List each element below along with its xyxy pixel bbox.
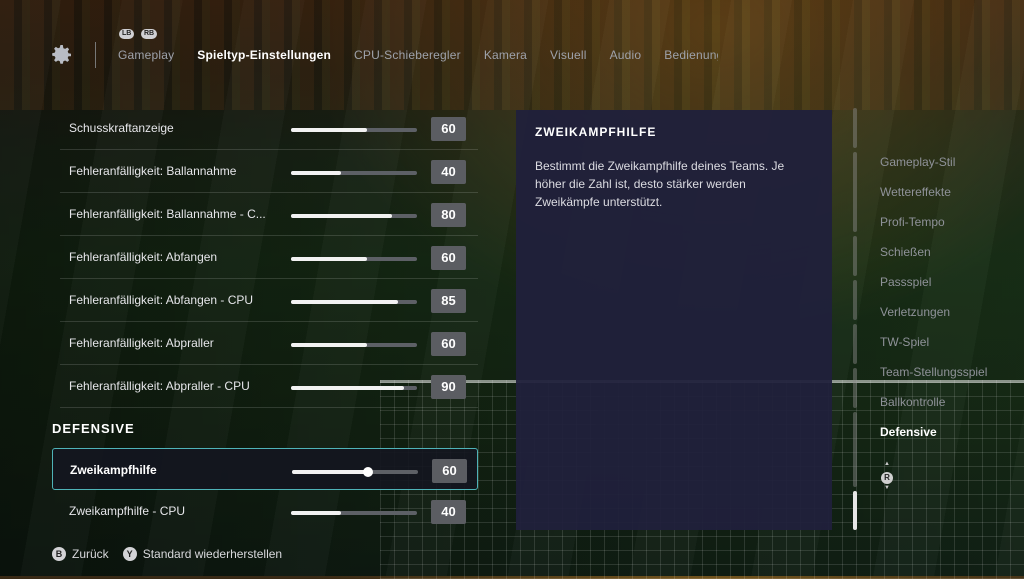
arrow-down-icon: ▼ [884, 485, 890, 491]
tab-kamera[interactable]: Kamera [484, 48, 527, 62]
setting-value: 60 [432, 459, 467, 483]
scrollbar-segment [853, 152, 857, 232]
setting-value: 40 [431, 500, 466, 524]
scrollbar-segment [853, 108, 857, 148]
setting-row[interactable]: Fehleranfälligkeit: Abpraller - CPU 90 [60, 365, 478, 408]
setting-slider[interactable] [291, 511, 417, 515]
setting-row[interactable]: Schusskraftanzeige 60 [60, 107, 478, 150]
slider-fill [291, 128, 367, 132]
setting-label: Zweikampfhilfe - CPU [69, 504, 186, 518]
b-button-icon: B [52, 547, 66, 561]
nav-item-passspiel[interactable]: Passspiel [880, 272, 987, 302]
setting-value: 85 [431, 289, 466, 313]
setting-slider[interactable] [291, 386, 417, 390]
reset-hint[interactable]: Y Standard wiederherstellen [122, 547, 283, 561]
nav-item-profi-tempo[interactable]: Profi-Tempo [880, 212, 987, 242]
category-scrollbar[interactable] [853, 108, 857, 530]
section-title-defensive: DEFENSIVE [52, 421, 135, 436]
setting-slider[interactable] [291, 171, 417, 175]
rb-bumper-icon: RB [141, 29, 158, 39]
nav-item-verletzungen[interactable]: Verletzungen [880, 302, 987, 332]
back-hint[interactable]: B Zurück [52, 547, 109, 561]
y-button-icon: Y [122, 547, 137, 561]
nav-item-wettereffekte[interactable]: Wettereffekte [880, 182, 987, 212]
slider-knob[interactable] [362, 467, 373, 477]
arrow-up-icon: ▲ [884, 461, 890, 467]
tab-bedienung[interactable]: Bedienung [664, 48, 718, 62]
slider-fill [291, 257, 367, 261]
setting-slider[interactable] [292, 467, 418, 477]
nav-item-tw-spiel[interactable]: TW-Spiel [880, 332, 987, 362]
setting-label: Fehleranfälligkeit: Abpraller [69, 336, 214, 350]
scrollbar-thumb[interactable] [853, 491, 857, 530]
slider-fill [292, 470, 368, 474]
stick-label: R [881, 472, 893, 484]
setting-value: 90 [431, 375, 466, 399]
setting-value: 40 [431, 160, 466, 184]
setting-row[interactable]: Fehleranfälligkeit: Abpraller 60 [60, 322, 478, 365]
setting-row[interactable]: Fehleranfälligkeit: Abfangen 60 [60, 236, 478, 279]
tab-bar: Gameplay Spieltyp-Einstellungen CPU-Schi… [118, 48, 718, 62]
setting-label: Fehleranfälligkeit: Abfangen - CPU [69, 293, 254, 307]
nav-item-gameplay-stil[interactable]: Gameplay-Stil [880, 152, 987, 182]
setting-value: 60 [431, 332, 466, 356]
description-title: ZWEIKAMPFHILFE [535, 125, 657, 139]
tab-audio[interactable]: Audio [610, 48, 642, 62]
setting-slider[interactable] [291, 214, 417, 218]
setting-label: Zweikampfhilfe [70, 463, 157, 477]
nav-item-defensive[interactable]: Defensive [880, 422, 987, 452]
slider-fill [291, 171, 342, 175]
gear-icon[interactable] [50, 43, 74, 67]
setting-value: 60 [431, 246, 466, 270]
category-nav: Gameplay-Stil Wettereffekte Profi-Tempo … [880, 152, 987, 452]
setting-row-selected[interactable]: Zweikampfhilfe 60 [52, 448, 478, 490]
scrollbar-segment [853, 236, 857, 276]
footer-hints: B Zurück Y Standard wiederherstellen [52, 547, 296, 561]
tab-cpu-schieberegler[interactable]: CPU-Schieberegler [354, 48, 461, 62]
scrollbar-segment [853, 324, 857, 364]
setting-row[interactable]: Fehleranfälligkeit: Ballannahme - C... 8… [60, 193, 478, 236]
slider-fill [291, 386, 405, 390]
settings-list: Schusskraftanzeige 60 Fehleranfälligkeit… [52, 107, 478, 532]
scrollbar-segment [853, 412, 857, 487]
slider-fill [291, 343, 367, 347]
nav-item-schiessen[interactable]: Schießen [880, 242, 987, 272]
setting-row[interactable]: Fehleranfälligkeit: Abfangen - CPU 85 [60, 279, 478, 322]
nav-item-team-stellungsspiel[interactable]: Team-Stellungsspiel [880, 362, 987, 392]
slider-fill [291, 214, 392, 218]
slider-fill [291, 511, 342, 515]
nav-item-ballkontrolle[interactable]: Ballkontrolle [880, 392, 987, 422]
top-navigation: LB RB Gameplay Spieltyp-Einstellungen CP… [0, 0, 1024, 95]
setting-slider[interactable] [291, 300, 417, 304]
setting-label: Fehleranfälligkeit: Ballannahme - C... [69, 207, 266, 221]
tab-gameplay[interactable]: Gameplay [118, 48, 174, 62]
scrollbar-segment [853, 280, 857, 320]
setting-label: Schusskraftanzeige [69, 121, 174, 135]
scrollbar-segment [853, 368, 857, 408]
top-divider [95, 42, 96, 68]
setting-slider[interactable] [291, 343, 417, 347]
tab-visuell[interactable]: Visuell [550, 48, 587, 62]
slider-fill [291, 300, 399, 304]
setting-value: 60 [431, 117, 466, 141]
setting-label: Fehleranfälligkeit: Ballannahme [69, 164, 237, 178]
setting-slider[interactable] [291, 128, 417, 132]
right-stick-icon: ▲ R ▼ [880, 461, 894, 491]
description-panel: ZWEIKAMPFHILFE Bestimmt die Zweikampfhil… [516, 110, 832, 530]
lb-bumper-icon: LB [119, 29, 135, 39]
tab-spieltyp-einstellungen[interactable]: Spieltyp-Einstellungen [197, 48, 331, 62]
setting-value: 80 [431, 203, 466, 227]
description-text: Bestimmt die Zweikampfhilfe deines Teams… [535, 159, 785, 209]
setting-row[interactable]: Zweikampfhilfe - CPU 40 [60, 490, 478, 532]
reset-label: Standard wiederherstellen [142, 547, 283, 561]
back-label: Zurück [72, 547, 109, 561]
setting-label: Fehleranfälligkeit: Abpraller - CPU [69, 379, 250, 393]
setting-row[interactable]: Fehleranfälligkeit: Ballannahme 40 [60, 150, 478, 193]
setting-label: Fehleranfälligkeit: Abfangen [69, 250, 218, 264]
setting-slider[interactable] [291, 257, 417, 261]
